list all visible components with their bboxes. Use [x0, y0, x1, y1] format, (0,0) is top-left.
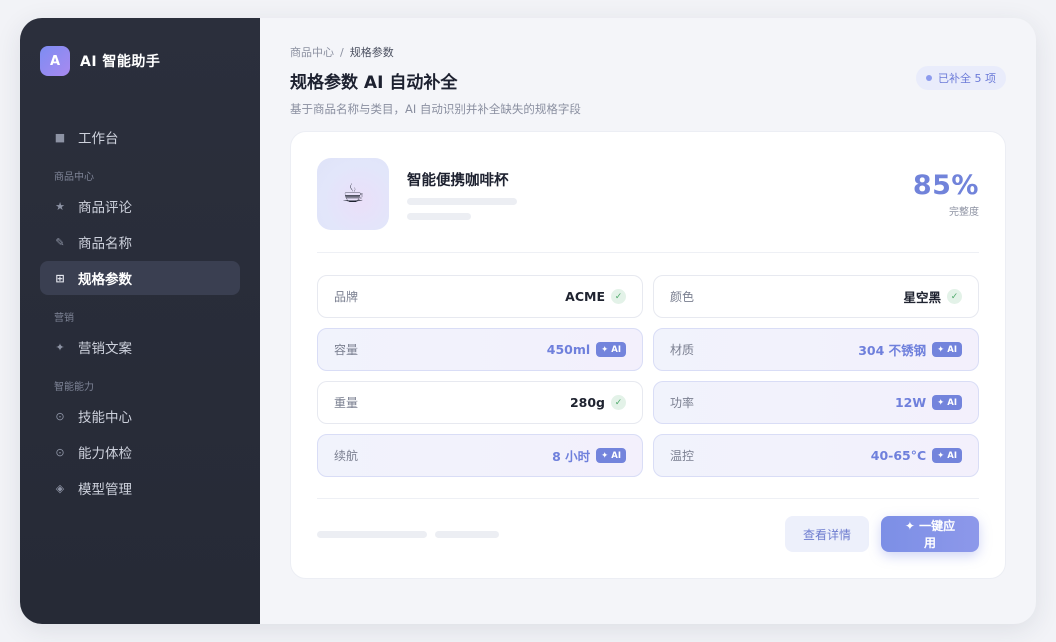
- sidebar-section-goods: 商品中心: [54, 172, 94, 183]
- sidebar: A AI 智能助手 ■ 工作台 商品中心 ★ 商品评论 ✎ 商品名称 ⊞ 规格参…: [20, 18, 260, 624]
- page-subtitle: 基于商品名称与类目，AI 自动识别并补全缺失的规格字段: [290, 102, 581, 116]
- spec-field-temperature[interactable]: 温控 40-65°C ✦ AI: [653, 434, 979, 477]
- field-label: 温控: [670, 449, 695, 463]
- sidebar-item-label: 模型管理: [78, 482, 132, 498]
- field-label: 重量: [334, 396, 359, 410]
- target-icon: ⊙: [55, 409, 65, 423]
- product-name: 智能便携咖啡杯: [407, 172, 509, 189]
- spec-field-battery[interactable]: 续航 8 小时 ✦ AI: [317, 434, 643, 477]
- sidebar-section-marketing: 营销: [54, 313, 74, 324]
- sidebar-item-label: 商品评论: [78, 200, 132, 216]
- sidebar-item-skills[interactable]: ⊙ 技能中心: [40, 399, 240, 433]
- product-image: ☕: [317, 158, 389, 230]
- ai-badge: ✦ AI: [932, 342, 962, 357]
- field-value: ACME: [565, 289, 605, 304]
- spec-field-grid: 品牌 ACME ✓ 颜色 星空黑 ✓ 容量 450ml ✦ AI 材质 304 …: [317, 275, 979, 477]
- skeleton-line: [435, 530, 499, 538]
- sidebar-item-copywriting[interactable]: ✦ 营销文案: [40, 330, 240, 364]
- status-dot-icon: [926, 75, 932, 81]
- view-details-button[interactable]: 查看详情: [785, 516, 869, 552]
- sidebar-item-label: 规格参数: [78, 272, 132, 288]
- completeness-label: 完整度: [949, 207, 979, 218]
- spec-field-weight[interactable]: 重量 280g ✓: [317, 381, 643, 424]
- sidebar-section-ai: 智能能力: [54, 382, 94, 393]
- app-window: A AI 智能助手 ■ 工作台 商品中心 ★ 商品评论 ✎ 商品名称 ⊞ 规格参…: [20, 18, 1036, 624]
- field-value: 40-65°C: [870, 448, 927, 463]
- divider: [317, 252, 979, 253]
- sidebar-item-label: 商品名称: [78, 236, 132, 252]
- field-value: 304 不锈钢: [858, 343, 927, 358]
- spec-card: ☕ 智能便携咖啡杯 85% 完整度 品牌 ACME ✓ 颜色 星空黑 ✓ 容量 …: [290, 131, 1006, 579]
- check-icon: ✓: [947, 289, 962, 304]
- app-name: AI 智能助手: [80, 54, 161, 70]
- grid-icon: ⊞: [55, 271, 65, 285]
- product-info: 智能便携咖啡杯: [407, 169, 517, 220]
- sidebar-item-models[interactable]: ◈ 模型管理: [40, 471, 240, 505]
- field-value: 8 小时: [552, 449, 591, 464]
- ai-badge: ✦ AI: [932, 448, 962, 463]
- spec-field-color[interactable]: 颜色 星空黑 ✓: [653, 275, 979, 318]
- sidebar-item-label: 工作台: [78, 131, 119, 147]
- sidebar-item-reviews[interactable]: ★ 商品评论: [40, 189, 240, 223]
- ai-badge: ✦ AI: [596, 448, 626, 463]
- apply-all-button[interactable]: ✦ 一键应用: [881, 516, 979, 552]
- sidebar-item-specs[interactable]: ⊞ 规格参数: [40, 261, 240, 295]
- sidebar-item-names[interactable]: ✎ 商品名称: [40, 225, 240, 259]
- check-icon: ✓: [611, 289, 626, 304]
- completeness-percent: 85%: [912, 170, 979, 201]
- spec-field-material[interactable]: 材质 304 不锈钢 ✦ AI: [653, 328, 979, 371]
- field-label: 功率: [670, 396, 695, 410]
- field-label: 材质: [670, 343, 695, 357]
- coffee-cup-icon: ☕: [341, 179, 365, 209]
- app-logo: A: [40, 46, 70, 76]
- field-value: 450ml: [546, 342, 591, 357]
- sidebar-item-checkup[interactable]: ⊙ 能力体检: [40, 435, 240, 469]
- brand: A AI 智能助手: [40, 46, 240, 76]
- product-header: ☕ 智能便携咖啡杯 85% 完整度: [317, 158, 979, 230]
- field-label: 品牌: [334, 290, 359, 304]
- sidebar-item-label: 技能中心: [78, 410, 132, 426]
- completeness-score: 85% 完整度: [913, 170, 979, 218]
- field-label: 容量: [334, 343, 359, 357]
- card-footer: 查看详情 ✦ 一键应用: [317, 516, 979, 552]
- ai-badge: ✦ AI: [596, 342, 626, 357]
- star-icon: ★: [55, 199, 65, 213]
- ai-badge: ✦ AI: [932, 395, 962, 410]
- sidebar-item-label: 能力体检: [78, 446, 132, 462]
- sidebar-item-workbench[interactable]: ■ 工作台: [40, 120, 240, 154]
- spec-field-brand[interactable]: 品牌 ACME ✓: [317, 275, 643, 318]
- spec-field-power[interactable]: 功率 12W ✦ AI: [653, 381, 979, 424]
- field-value: 星空黑: [903, 290, 941, 305]
- radio-icon: ⊙: [55, 445, 65, 459]
- status-badge-text: 已补全 5 项: [938, 72, 996, 85]
- spec-field-capacity[interactable]: 容量 450ml ✦ AI: [317, 328, 643, 371]
- pencil-icon: ✎: [55, 235, 65, 249]
- skeleton-line: [317, 530, 427, 538]
- check-icon: ✓: [611, 395, 626, 410]
- field-value: 280g: [569, 395, 605, 410]
- divider: [317, 498, 979, 499]
- status-badge: 已补全 5 项: [916, 66, 1006, 90]
- breadcrumb-parent[interactable]: 商品中心: [290, 44, 334, 60]
- field-value: 12W: [894, 395, 927, 410]
- breadcrumb-current: 规格参数: [349, 46, 394, 59]
- diamond-icon: ◈: [55, 481, 65, 495]
- page-title: 规格参数 AI 自动补全: [290, 73, 458, 93]
- breadcrumb-separator: /: [340, 45, 344, 59]
- skeleton-line: [407, 212, 471, 220]
- sparkle-icon: ✦: [55, 340, 65, 354]
- breadcrumb: 商品中心 / 规格参数: [290, 44, 1006, 60]
- field-label: 续航: [334, 449, 359, 463]
- skeleton-line: [407, 197, 517, 205]
- main-content: 商品中心 / 规格参数 规格参数 AI 自动补全 基于商品名称与类目，AI 自动…: [260, 18, 1036, 624]
- field-label: 颜色: [670, 290, 695, 304]
- square-icon: ■: [54, 130, 66, 144]
- sidebar-item-label: 营销文案: [78, 341, 132, 357]
